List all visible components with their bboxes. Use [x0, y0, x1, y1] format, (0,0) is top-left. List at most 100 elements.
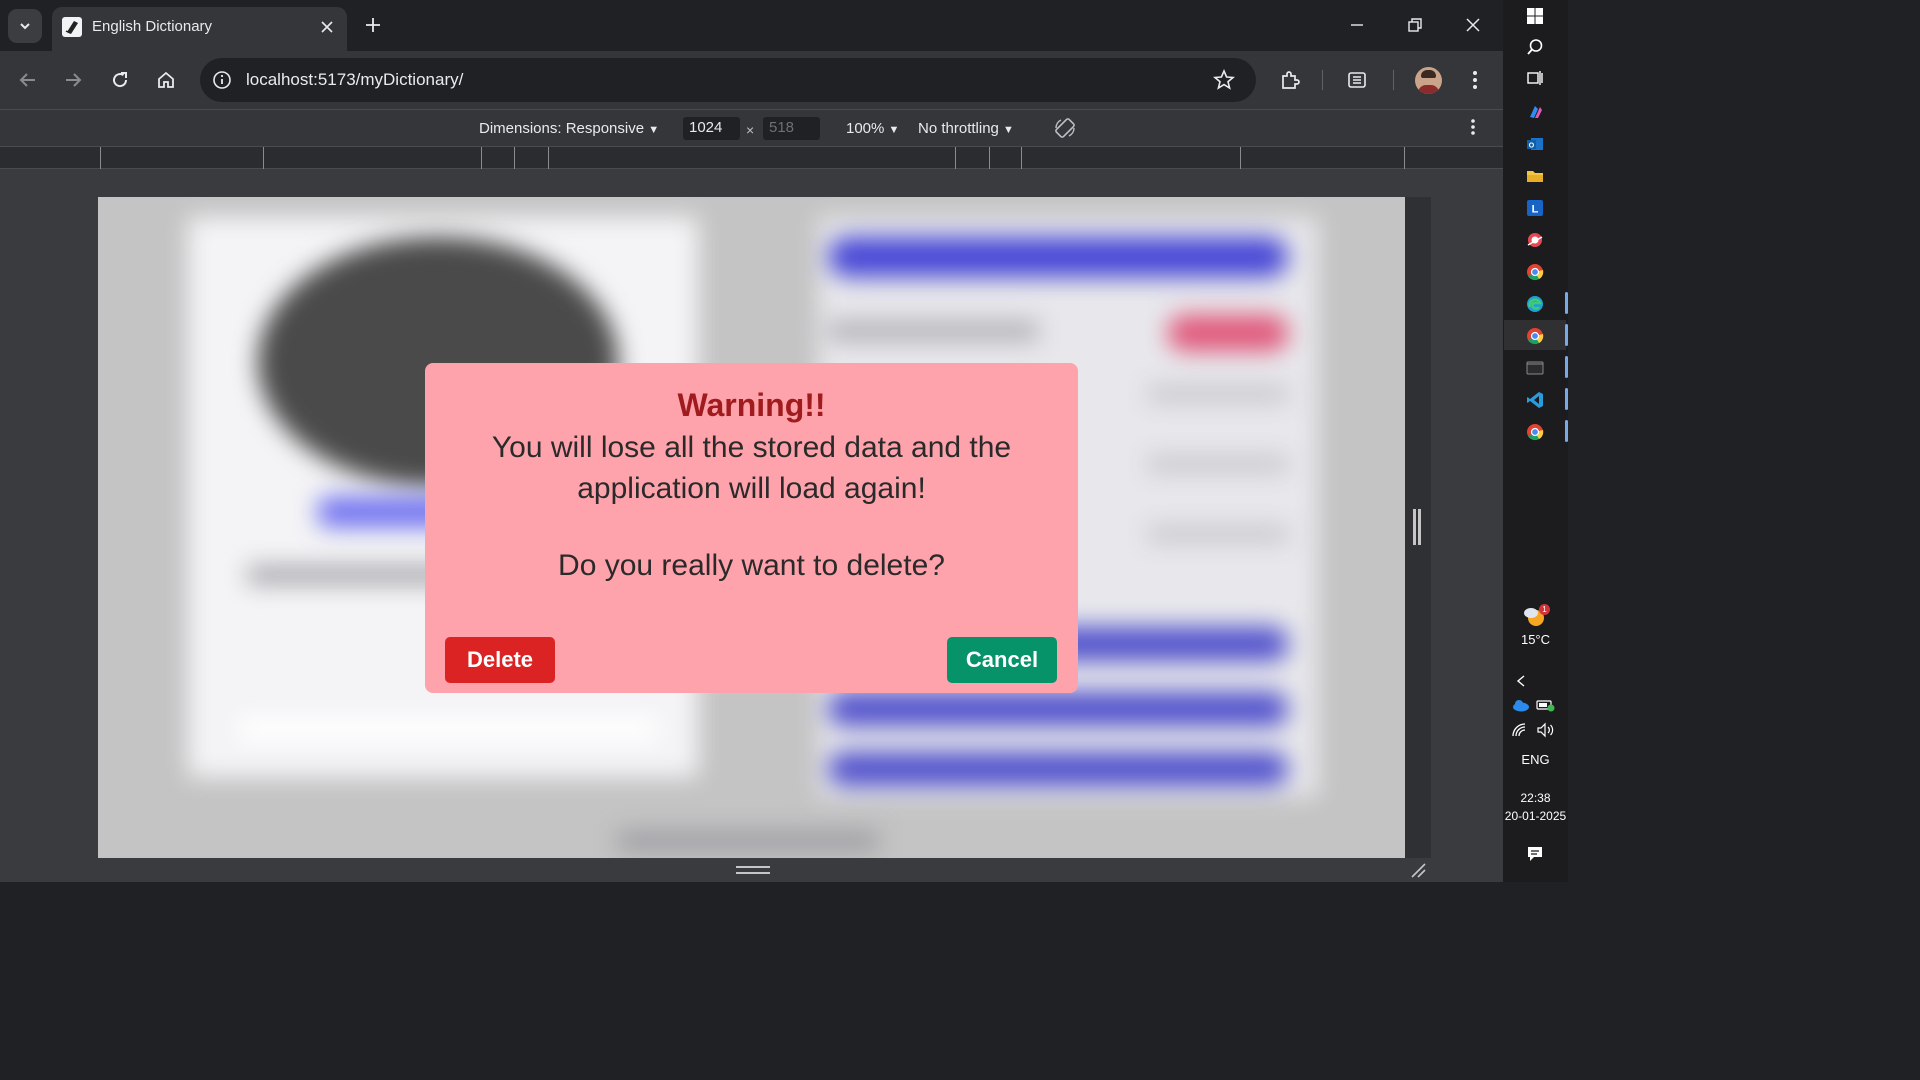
- browser-toolbar: localhost:5173/myDictionary/: [0, 51, 1503, 109]
- blurred-search-bar: [828, 237, 1288, 277]
- cancel-button[interactable]: Cancel: [947, 637, 1057, 683]
- browser-tab[interactable]: English Dictionary: [52, 7, 347, 51]
- tab-title: English Dictionary: [92, 18, 213, 35]
- dialog-question: Do you really want to delete?: [558, 549, 945, 582]
- volume-icon[interactable]: [1536, 722, 1556, 738]
- ruler-tick: [514, 147, 515, 169]
- address-bar[interactable]: localhost:5173/myDictionary/: [200, 58, 1256, 102]
- input-language[interactable]: ENG: [1503, 752, 1568, 767]
- dimensions-dropdown[interactable]: Dimensions: Responsive ▼: [479, 120, 659, 137]
- ruler-tick: [1240, 147, 1241, 169]
- weather-widget[interactable]: 1: [1521, 604, 1550, 630]
- dimensions-label: Dimensions: Responsive: [479, 120, 645, 137]
- book-icon: [62, 17, 82, 37]
- back-button[interactable]: [12, 64, 44, 96]
- running-indicator: [1565, 356, 1568, 378]
- running-indicator: [1565, 324, 1568, 346]
- terminal-icon[interactable]: [1523, 356, 1547, 380]
- caret-down-icon: ▼: [888, 124, 900, 136]
- blurred-label: [828, 322, 1038, 340]
- ruler-tick: [263, 147, 264, 169]
- caret-down-icon: ▼: [1003, 124, 1014, 136]
- reading-list-button[interactable]: [1341, 64, 1373, 96]
- resize-corner-icon[interactable]: [1410, 862, 1426, 878]
- wifi-icon[interactable]: [1511, 722, 1529, 738]
- caret-down-icon: ▼: [648, 124, 660, 136]
- url-text[interactable]: localhost:5173/myDictionary/: [246, 70, 463, 90]
- dialog-title: Warning!!: [677, 387, 826, 423]
- throttling-label: No throttling: [918, 120, 999, 137]
- close-window-button[interactable]: [1457, 10, 1489, 40]
- copilot-icon[interactable]: [1523, 100, 1547, 124]
- throttling-dropdown[interactable]: No throttling ▼: [918, 120, 1014, 137]
- zoom-label: 100%: [846, 120, 885, 137]
- task-view-icon[interactable]: [1523, 66, 1547, 90]
- resize-handle-right[interactable]: [1413, 509, 1421, 545]
- notifications-icon[interactable]: [1523, 842, 1547, 866]
- reload-button[interactable]: [104, 64, 136, 96]
- url-path: :5173/myDictionary/: [313, 70, 464, 89]
- new-tab-button[interactable]: [360, 12, 386, 38]
- clock-time[interactable]: 22:38: [1503, 791, 1568, 805]
- battery-icon[interactable]: [1536, 697, 1556, 713]
- ruler-tick: [481, 147, 482, 169]
- chrome-active-icon[interactable]: [1523, 324, 1547, 348]
- home-icon: [158, 71, 174, 88]
- close-tab-icon[interactable]: [316, 16, 338, 38]
- windows-taskbar: O L 1 15°C ENG 22:38 20-01-2025: [1503, 0, 1568, 882]
- chrome-icon[interactable]: [1523, 420, 1547, 444]
- device-toolbar: Dimensions: Responsive ▼ 1024 × 518 100%…: [0, 109, 1503, 146]
- zoom-dropdown[interactable]: 100% ▼: [846, 120, 899, 137]
- app-l-icon[interactable]: L: [1523, 196, 1547, 220]
- windows-start-icon[interactable]: [1523, 4, 1547, 28]
- blurred-action-bar: [828, 692, 1288, 726]
- dialog-message: You will lose all the stored data and th…: [491, 431, 1012, 505]
- ruler-tick: [1404, 147, 1405, 169]
- snipping-tool-icon[interactable]: [1523, 228, 1547, 252]
- forward-button[interactable]: [57, 64, 89, 96]
- profile-avatar[interactable]: [1415, 67, 1442, 94]
- edge-icon[interactable]: [1523, 292, 1547, 316]
- rotate-icon[interactable]: [1053, 116, 1077, 140]
- clock-date[interactable]: 20-01-2025: [1503, 809, 1568, 823]
- bookmark-star-icon[interactable]: [1212, 68, 1236, 92]
- search-icon[interactable]: [1523, 35, 1547, 59]
- width-input[interactable]: 1024: [683, 117, 740, 140]
- minimize-icon: [1351, 24, 1363, 26]
- plus-icon: [366, 18, 380, 32]
- ruler-tick: [955, 147, 956, 169]
- onedrive-icon[interactable]: [1511, 698, 1531, 712]
- file-explorer-icon[interactable]: [1523, 164, 1547, 188]
- chevron-down-icon: [20, 23, 30, 30]
- chrome-icon[interactable]: [1523, 260, 1547, 284]
- avatar-hair: [1421, 70, 1436, 78]
- home-button[interactable]: [150, 64, 182, 96]
- blurred-list-line: [1148, 457, 1288, 471]
- browser-menu-button[interactable]: [1459, 64, 1491, 96]
- minimize-button[interactable]: [1341, 10, 1373, 40]
- weather-badge: 1: [1539, 604, 1550, 615]
- delete-warning-dialog: Warning!! You will lose all the stored d…: [425, 363, 1078, 693]
- svg-text:O: O: [1529, 143, 1535, 150]
- delete-button[interactable]: Delete: [445, 637, 555, 683]
- vscode-icon[interactable]: [1523, 388, 1547, 412]
- ruler-tick: [1021, 147, 1022, 169]
- ruler-tick: [100, 147, 101, 169]
- running-indicator: [1565, 420, 1568, 442]
- puzzle-icon: [1282, 71, 1300, 89]
- blurred-action-bar: [828, 752, 1288, 786]
- outlook-icon[interactable]: O: [1523, 132, 1547, 156]
- device-toolbar-more-icon[interactable]: [1470, 118, 1480, 138]
- resize-handle-bottom[interactable]: [736, 866, 770, 874]
- running-indicator: [1565, 388, 1568, 410]
- tab-search-button[interactable]: [8, 9, 42, 43]
- show-hidden-icons-chevron-icon[interactable]: [1509, 669, 1533, 693]
- kebab-menu-icon: [1473, 71, 1477, 89]
- media-query-ruler[interactable]: [0, 146, 1503, 169]
- extensions-button[interactable]: [1274, 64, 1306, 96]
- weather-temperature: 15°C: [1520, 632, 1551, 647]
- height-input[interactable]: 518: [763, 117, 820, 140]
- site-info-icon[interactable]: [210, 68, 234, 92]
- restore-button[interactable]: [1399, 10, 1431, 40]
- ruler-tick: [989, 147, 990, 169]
